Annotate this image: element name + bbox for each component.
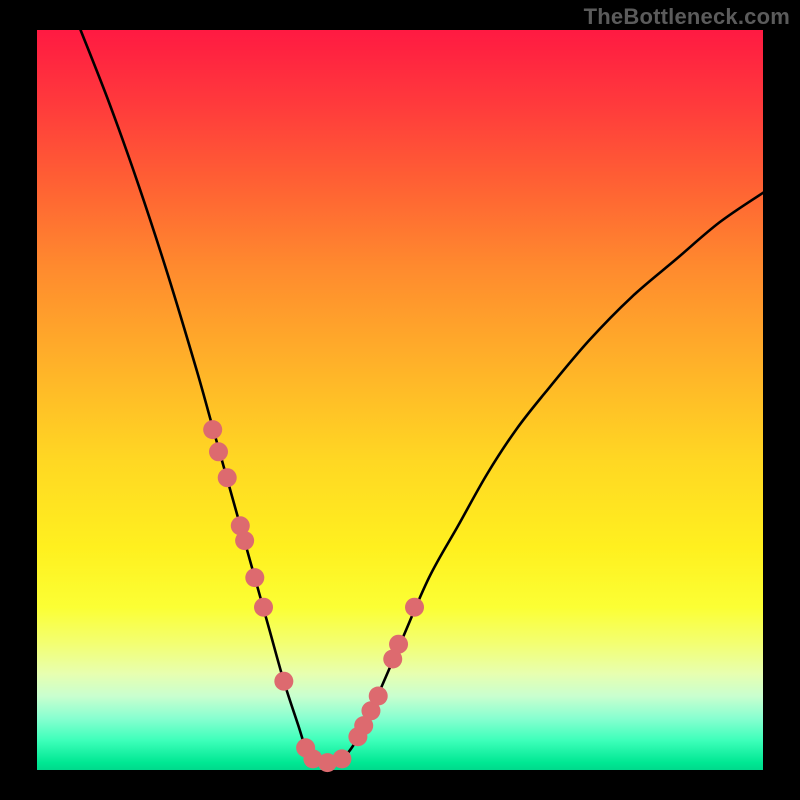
highlight-dot: [332, 749, 351, 768]
plot-area: [37, 30, 763, 770]
chart-frame: TheBottleneck.com: [0, 0, 800, 800]
highlight-dot: [203, 420, 222, 439]
curve-svg: [37, 30, 763, 770]
highlight-dots: [203, 420, 424, 772]
highlight-dot: [209, 442, 228, 461]
highlight-dot: [369, 687, 388, 706]
highlight-dot: [405, 598, 424, 617]
highlight-dot: [245, 568, 264, 587]
highlight-dot: [218, 468, 237, 487]
highlight-dot: [235, 531, 254, 550]
highlight-dot: [274, 672, 293, 691]
highlight-dot: [389, 635, 408, 654]
highlight-dot: [254, 598, 273, 617]
watermark-label: TheBottleneck.com: [584, 4, 790, 30]
bottleneck-curve: [81, 30, 763, 763]
